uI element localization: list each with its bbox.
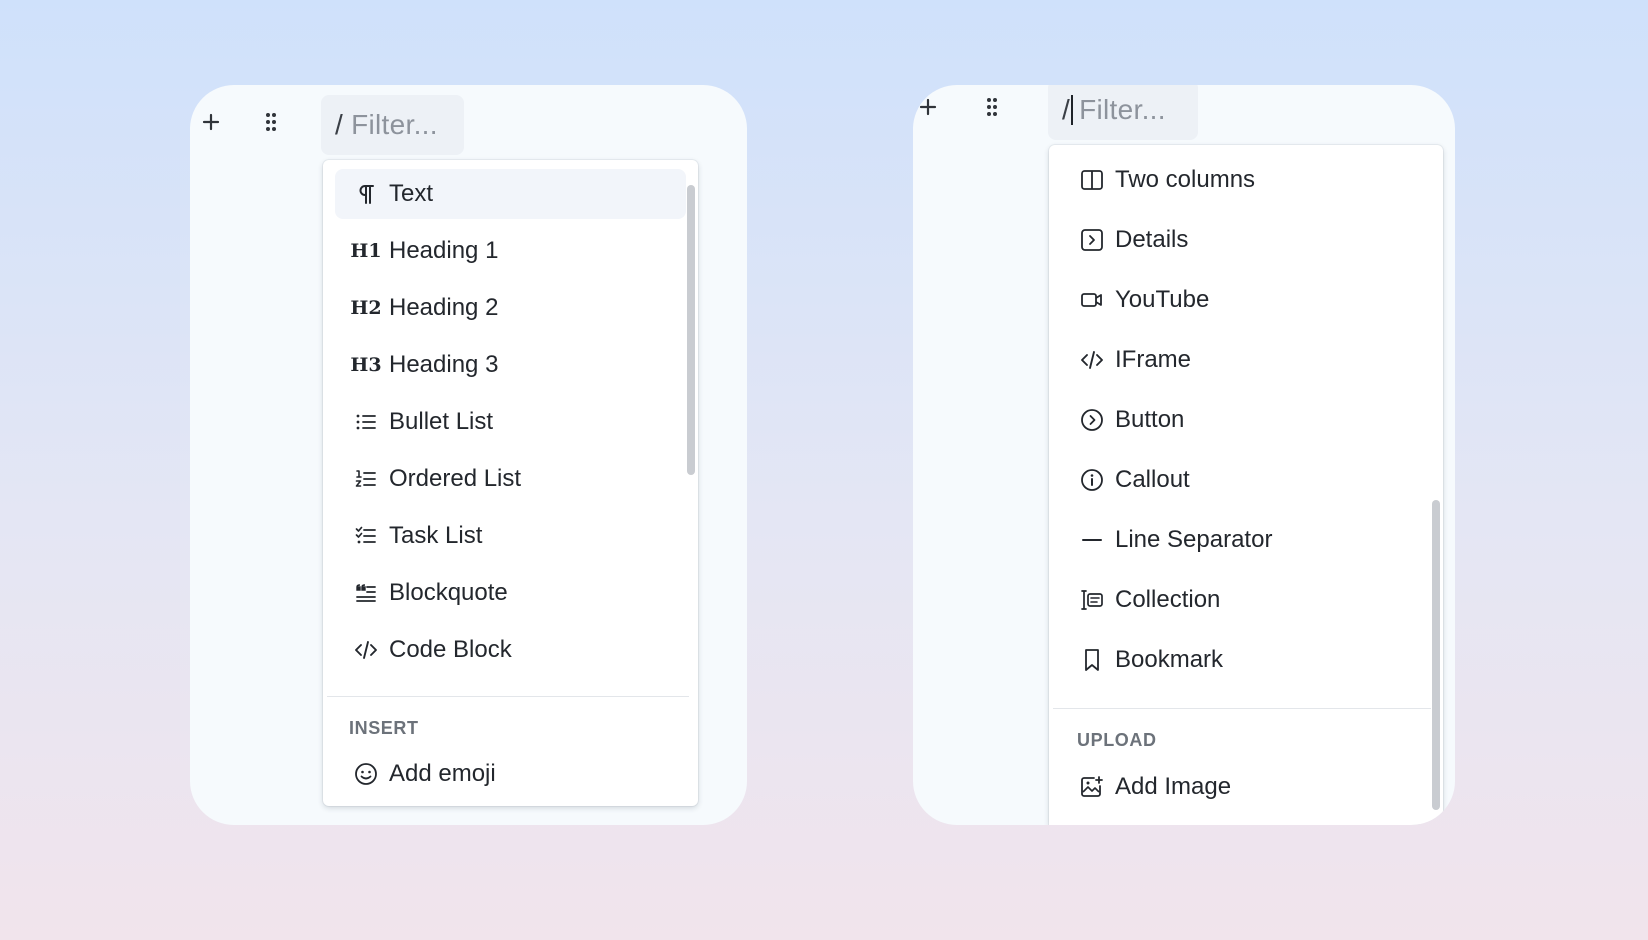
menu-item-label: Text [389,180,434,207]
filter-placeholder: Filter... [1079,94,1166,125]
add-block-button[interactable] [196,107,226,137]
blockquote-icon [353,580,379,606]
drag-handle[interactable] [256,107,286,137]
menu-item-label: Bookmark [1115,646,1224,673]
ordered-list-icon [353,466,379,492]
menu-item-label: Add emoji [389,760,496,787]
filter-input[interactable]: / Filter... [1048,85,1198,140]
grip-icon [266,113,276,131]
menu-item-label: IFrame [1115,346,1192,373]
button-icon [1079,407,1105,433]
menu-item-label: Add Image [1115,773,1232,800]
add-block-button[interactable] [913,92,943,122]
left-editor-card: / Filter... Text H1 Heading 1 H2 Heading… [190,85,747,825]
minus-icon [1079,527,1105,553]
menu-item-label: Heading 2 [389,294,499,321]
block-menu: Text H1 Heading 1 H2 Heading 2 H3 Headin… [323,160,698,806]
filter-placeholder: Filter... [351,109,438,140]
menu-item-heading-3[interactable]: H3 Heading 3 [335,340,686,390]
menu-item-label: Heading 1 [389,237,499,264]
menu-item-bookmark[interactable]: Bookmark [1061,635,1429,685]
menu-item-text[interactable]: Text [335,169,686,219]
scrollbar-thumb[interactable] [1432,500,1440,810]
bullet-list-icon [353,409,379,435]
menu-item-blockquote[interactable]: Blockquote [335,568,686,618]
menu-item-label: Two columns [1115,166,1256,193]
heading-1-icon: H1 [350,240,382,262]
scrollbar[interactable] [686,160,696,806]
bookmark-icon [1079,647,1105,673]
scrollbar[interactable] [1431,145,1441,825]
menu-divider [1053,708,1431,709]
menu-item-iframe[interactable]: IFrame [1061,335,1429,385]
task-list-icon [353,523,379,549]
menu-item-label: YouTube [1115,286,1210,313]
section-label-upload: UPLOAD [1077,730,1157,750]
menu-item-label: Collection [1115,586,1221,613]
menu-item-add-emoji[interactable]: Add emoji [335,749,686,799]
menu-item-callout[interactable]: Callout [1061,455,1429,505]
menu-item-label: Heading 3 [389,351,499,378]
menu-item-label: Bullet List [389,408,494,435]
menu-item-task-list[interactable]: Task List [335,511,686,561]
menu-divider [327,696,689,697]
right-editor-card: / Filter... Two columns Details YouTube [913,85,1455,825]
scrollbar-thumb[interactable] [687,185,695,475]
text-cursor [1071,95,1074,125]
grip-icon [987,98,997,116]
smiley-icon [353,761,379,787]
menu-item-label: Blockquote [389,579,508,606]
code-icon [1079,347,1105,373]
slash-prefix: / [1062,94,1071,125]
code-icon [353,637,379,663]
details-icon [1079,227,1105,253]
menu-item-label: Task List [389,522,483,549]
menu-item-heading-2[interactable]: H2 Heading 2 [335,283,686,333]
menu-item-ordered-list[interactable]: Ordered List [335,454,686,504]
menu-item-heading-1[interactable]: H1 Heading 1 [335,226,686,276]
block-menu: Two columns Details YouTube IFrame Butto [1049,145,1443,825]
menu-item-bullet-list[interactable]: Bullet List [335,397,686,447]
plus-icon [919,98,937,116]
menu-item-add-image[interactable]: Add Image [1061,762,1429,812]
columns-icon [1079,167,1105,193]
menu-item-code-block[interactable]: Code Block [335,625,686,675]
info-icon [1079,467,1105,493]
heading-2-icon: H2 [350,297,382,319]
slash-prefix: / [335,109,344,140]
menu-item-label: Line Separator [1115,526,1273,553]
heading-3-icon: H3 [350,354,382,376]
menu-item-details[interactable]: Details [1061,215,1429,265]
menu-item-label: Code Block [389,636,512,663]
section-label-insert: INSERT [349,718,419,738]
add-image-icon [1079,774,1105,800]
video-icon [1079,287,1105,313]
pilcrow-icon [353,181,379,207]
menu-item-label: Callout [1115,466,1190,493]
drag-handle[interactable] [977,92,1007,122]
menu-item-two-columns[interactable]: Two columns [1061,155,1429,205]
menu-item-line-separator[interactable]: Line Separator [1061,515,1429,565]
menu-item-label: Button [1115,406,1185,433]
menu-item-label: Ordered List [389,465,522,492]
collection-icon [1079,587,1105,613]
plus-icon [202,113,220,131]
menu-item-button[interactable]: Button [1061,395,1429,445]
filter-input[interactable]: / Filter... [321,95,464,155]
menu-item-youtube[interactable]: YouTube [1061,275,1429,325]
menu-item-label: Details [1115,226,1189,253]
menu-item-collection[interactable]: Collection [1061,575,1429,625]
